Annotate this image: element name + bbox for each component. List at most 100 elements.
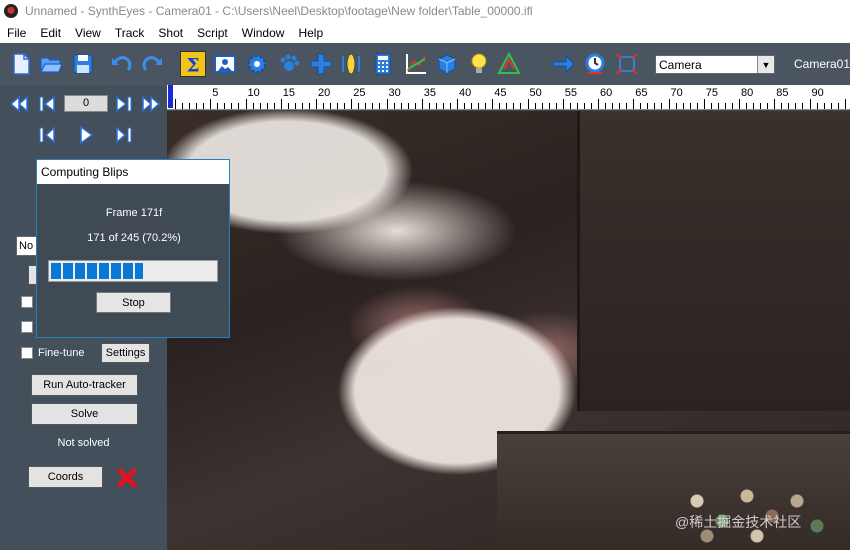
- gear-icon[interactable]: [244, 51, 270, 77]
- timeline-tick: [471, 103, 473, 109]
- menu-window[interactable]: Window: [235, 26, 292, 40]
- timeline-tick: [294, 103, 296, 109]
- delete-x-icon[interactable]: [116, 467, 138, 489]
- menu-bar: File Edit View Track Shot Script Window …: [0, 22, 850, 43]
- timeline-ruler[interactable]: 5 10 15 20 25 30 35 40 45 50 55 60 65 70 75 80 85 90: [167, 85, 850, 110]
- fast-forward-end-icon[interactable]: [140, 93, 162, 115]
- timeline-label: 45: [494, 87, 507, 99]
- timeline-tick: [746, 103, 748, 109]
- timeline-tick: [795, 103, 797, 109]
- timeline-tick: [520, 103, 522, 109]
- crop-icon[interactable]: [614, 51, 640, 77]
- cross-move-icon[interactable]: [308, 51, 334, 77]
- timeline-tick: [252, 103, 254, 109]
- menu-view[interactable]: View: [68, 26, 108, 40]
- timeline-label: 80: [741, 87, 754, 99]
- menu-help[interactable]: Help: [291, 26, 330, 40]
- playhead[interactable]: [168, 85, 173, 108]
- menu-script[interactable]: Script: [190, 26, 235, 40]
- timeline-tick: [583, 103, 585, 109]
- image-icon[interactable]: [212, 51, 238, 77]
- paw-icon[interactable]: [276, 51, 302, 77]
- camera-select[interactable]: Camera ▼: [655, 55, 775, 74]
- coords-button[interactable]: Coords: [28, 466, 103, 488]
- timeline-tick: [224, 103, 226, 109]
- timeline-tick: [619, 103, 621, 109]
- sigma-icon[interactable]: Σ: [180, 51, 206, 77]
- timeline-tick: [351, 99, 353, 109]
- timeline-label: 75: [705, 87, 718, 99]
- rewind-start-icon[interactable]: [8, 93, 30, 115]
- calculator-icon[interactable]: [370, 51, 396, 77]
- mode-select[interactable]: No: [16, 236, 38, 256]
- menu-shot[interactable]: Shot: [151, 26, 190, 40]
- menu-file[interactable]: File: [0, 26, 33, 40]
- undo-icon[interactable]: [108, 51, 134, 77]
- frame-number-field[interactable]: 0: [64, 95, 108, 112]
- timeline-tick: [217, 103, 219, 109]
- chevron-down-icon[interactable]: ▼: [757, 56, 774, 73]
- timeline-tick: [802, 103, 804, 109]
- timeline-tick: [569, 103, 571, 109]
- timeline-tick: [809, 99, 811, 109]
- menu-edit[interactable]: Edit: [33, 26, 68, 40]
- timeline-tick: [760, 103, 762, 109]
- timeline-tick: [612, 103, 614, 109]
- settings-button[interactable]: Settings: [101, 343, 150, 363]
- timeline-tick: [513, 103, 515, 109]
- step-forward-frame-icon[interactable]: [112, 124, 134, 146]
- timeline-tick: [400, 103, 402, 109]
- checkbox-2[interactable]: [21, 321, 33, 333]
- timeline-label: 15: [282, 87, 295, 99]
- timeline-label: 35: [423, 87, 436, 99]
- timeline-tick: [457, 99, 458, 109]
- stop-button[interactable]: Stop: [96, 292, 171, 313]
- open-folder-icon[interactable]: [38, 51, 64, 77]
- finetune-label: Fine-tune: [38, 347, 85, 359]
- new-file-icon[interactable]: [8, 51, 34, 77]
- graph-icon[interactable]: [402, 51, 428, 77]
- timeline-tick: [696, 103, 698, 109]
- lens-icon[interactable]: [338, 51, 364, 77]
- play-icon[interactable]: [75, 124, 97, 146]
- camera-viewport[interactable]: [167, 111, 850, 550]
- triangle-icon[interactable]: [496, 51, 522, 77]
- run-autotracker-button[interactable]: Run Auto-tracker: [31, 374, 138, 396]
- step-back-key-icon[interactable]: [36, 93, 58, 115]
- menu-track[interactable]: Track: [108, 26, 152, 40]
- timeline-tick: [358, 103, 360, 109]
- dialog-frame-text: Frame 171f: [105, 207, 163, 219]
- timeline-tick: [182, 103, 184, 109]
- solve-button[interactable]: Solve: [31, 403, 138, 425]
- timeline-tick: [407, 103, 409, 109]
- step-back-frame-icon[interactable]: [37, 124, 59, 146]
- timeline-tick: [506, 103, 508, 109]
- step-forward-key-icon[interactable]: [113, 93, 135, 115]
- timeline-tick: [414, 103, 416, 109]
- timeline-tick: [739, 99, 740, 109]
- timeline-tick: [703, 99, 705, 109]
- timeline-tick: [449, 103, 451, 109]
- timeline-tick: [365, 103, 367, 109]
- clock-icon[interactable]: [582, 51, 608, 77]
- timeline-label: 20: [318, 87, 331, 99]
- timeline-tick: [330, 103, 332, 109]
- timeline-tick: [203, 103, 205, 109]
- timeline-tick: [661, 103, 663, 109]
- progress-fill: [51, 263, 144, 279]
- timeline-tick: [541, 103, 543, 109]
- save-icon[interactable]: [70, 51, 96, 77]
- timeline-tick: [830, 103, 832, 109]
- redo-icon[interactable]: [140, 51, 166, 77]
- timeline-tick: [788, 103, 790, 109]
- finetune-checkbox[interactable]: [21, 347, 33, 359]
- arrow-right-icon[interactable]: [550, 51, 576, 77]
- timeline-tick: [668, 99, 670, 109]
- cube-icon[interactable]: [434, 51, 460, 77]
- checkbox-1[interactable]: [21, 296, 33, 308]
- timeline-label: 55: [564, 87, 577, 99]
- camera-select-value: Camera: [659, 57, 702, 72]
- lightbulb-icon[interactable]: [466, 51, 492, 77]
- timeline-tick: [844, 99, 846, 109]
- timeline-tick: [196, 103, 198, 109]
